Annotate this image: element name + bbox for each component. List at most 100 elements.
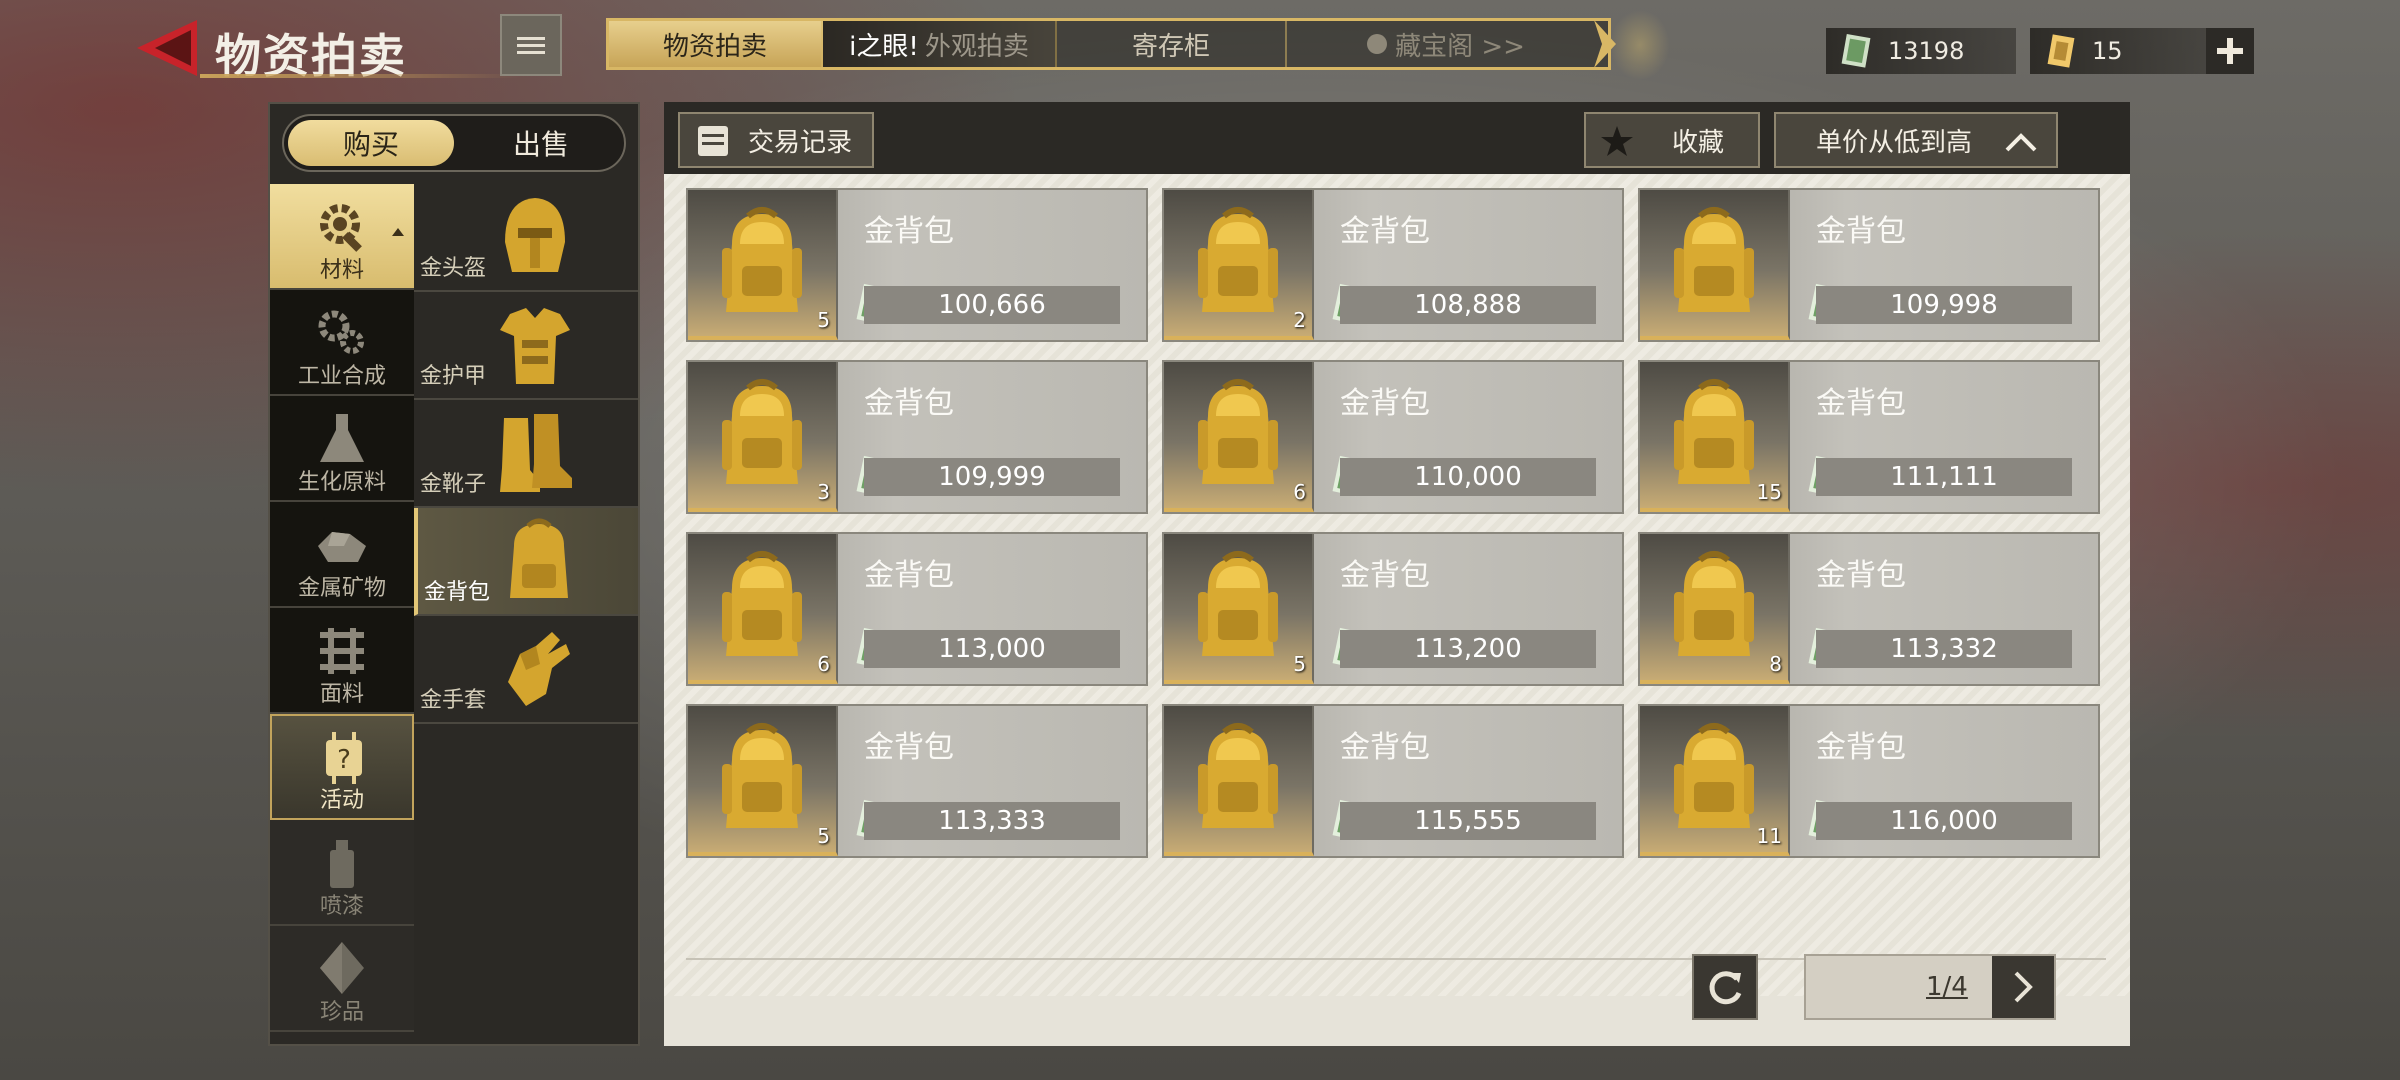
add-currency-button[interactable] xyxy=(2206,28,2254,74)
category-metal-ore[interactable]: 金属矿物 xyxy=(270,502,414,608)
listing-card[interactable]: 6 金背包 113,000 xyxy=(686,532,1148,686)
ticket-counter: 15 xyxy=(2030,28,2210,74)
item-gold-backpack[interactable]: 金背包 xyxy=(414,508,638,616)
gold-backpack-icon xyxy=(722,551,802,656)
quantity-badge: 8 xyxy=(1769,652,1782,676)
expand-caret-icon xyxy=(392,228,404,236)
listing-card[interactable]: 金背包 109,998 xyxy=(1638,188,2100,342)
hamburger-icon xyxy=(517,33,545,58)
gold-backpack-icon xyxy=(722,723,802,828)
category-list: 材料 工业合成 生化原料 金属矿物 面料 ? 活动 喷漆 珍品 xyxy=(270,184,414,1032)
chevron-right-icon xyxy=(2014,971,2033,1003)
item-thumbnail: 8 xyxy=(1640,534,1790,684)
listing-card[interactable]: 8 金背包 113,332 xyxy=(1638,532,2100,686)
item-name: 金背包 xyxy=(1340,214,1430,249)
item-thumbnail: 6 xyxy=(688,534,838,684)
category-spray[interactable]: 喷漆 xyxy=(270,820,414,926)
favorites-button[interactable]: 收藏 xyxy=(1584,112,1760,168)
gold-gloves-icon xyxy=(508,632,570,706)
item-price: 108,888 xyxy=(1340,286,1596,324)
listing-card[interactable]: 2 金背包 108,888 xyxy=(1162,188,1624,342)
category-biochem[interactable]: 生化原料 xyxy=(270,396,414,502)
quantity-badge: 6 xyxy=(817,652,830,676)
listing-card[interactable]: 6 金背包 110,000 xyxy=(1162,360,1624,514)
cash-counter: 13198 xyxy=(1826,28,2016,74)
listing-card[interactable]: 金背包 115,555 xyxy=(1162,704,1624,858)
item-price: 113,200 xyxy=(1340,630,1596,668)
gold-backpack-icon xyxy=(1674,723,1754,828)
item-gold-armor[interactable]: 金护甲 xyxy=(414,292,638,400)
gears-icon xyxy=(318,310,364,354)
category-event[interactable]: ? 活动 xyxy=(270,714,414,820)
ticket-icon xyxy=(2047,34,2075,68)
listing-card[interactable]: 5 金背包 113,200 xyxy=(1162,532,1624,686)
gear-wrench-icon xyxy=(320,204,362,252)
item-thumbnail: 15 xyxy=(1640,362,1790,512)
category-industrial[interactable]: 工业合成 xyxy=(270,290,414,396)
item-thumbnail: 2 xyxy=(1164,190,1314,340)
tab-glow xyxy=(1610,10,1670,80)
item-price: 109,999 xyxy=(864,458,1120,496)
tab-supply-auction[interactable]: 物资拍卖 xyxy=(609,21,823,67)
svg-text:?: ? xyxy=(337,745,351,775)
top-tabs: 物资拍卖 i之眼! 外观拍卖 寄存柜 藏宝阁 >> xyxy=(606,18,1611,70)
quantity-badge: 15 xyxy=(1756,480,1782,504)
refresh-button[interactable] xyxy=(1692,954,1758,1020)
listing-card[interactable]: 15 金背包 111,111 xyxy=(1638,360,2100,514)
category-rare[interactable]: 珍品 xyxy=(270,926,414,1032)
item-gold-helmet[interactable]: 金头盔 xyxy=(414,184,638,292)
category-materials[interactable]: 材料 xyxy=(270,184,414,290)
item-price: 113,000 xyxy=(864,630,1120,668)
gold-boots-icon xyxy=(500,414,572,492)
quantity-badge: 5 xyxy=(817,308,830,332)
title-underline xyxy=(200,74,520,78)
pot-icon xyxy=(1367,34,1388,54)
back-arrow-icon xyxy=(137,20,197,76)
gold-backpack-icon xyxy=(1198,207,1278,312)
item-price: 116,000 xyxy=(1816,802,2072,840)
tab-appearance-auction[interactable]: i之眼! 外观拍卖 xyxy=(823,21,1057,67)
buy-tab[interactable]: 购买 xyxy=(288,120,454,166)
item-thumbnail xyxy=(1640,190,1790,340)
buy-sell-toggle: 购买 出售 xyxy=(282,114,626,172)
gem-icon xyxy=(320,942,364,994)
spray-can-icon xyxy=(330,840,354,888)
gold-backpack-icon xyxy=(1198,379,1278,484)
flask-icon xyxy=(320,414,364,462)
quantity-badge: 6 xyxy=(1293,480,1306,504)
chevron-up-icon xyxy=(2005,133,2037,152)
gold-backpack-icon xyxy=(1674,379,1754,484)
page-indicator: 1/4 xyxy=(1926,972,1968,1002)
category-fabric[interactable]: 面料 xyxy=(270,608,414,714)
item-gold-gloves[interactable]: 金手套 xyxy=(414,616,638,724)
item-name: 金背包 xyxy=(1816,386,1906,421)
back-button[interactable] xyxy=(135,18,205,78)
listing-card[interactable]: 11 金背包 116,000 xyxy=(1638,704,2100,858)
item-name: 金背包 xyxy=(864,214,954,249)
promo-text: i之眼! xyxy=(849,31,919,62)
ledger-icon xyxy=(698,126,728,156)
listing-card[interactable]: 3 金背包 109,999 xyxy=(686,360,1148,514)
gold-backpack-icon xyxy=(1198,551,1278,656)
gold-backpack-icon xyxy=(510,518,568,598)
tab-storage[interactable]: 寄存柜 xyxy=(1057,21,1287,67)
item-name: 金背包 xyxy=(1340,730,1430,765)
trade-history-button[interactable]: 交易记录 xyxy=(678,112,874,168)
sell-tab[interactable]: 出售 xyxy=(458,116,624,170)
listing-header: 交易记录 收藏 单价从低到高 xyxy=(664,102,2130,174)
item-gold-boots[interactable]: 金靴子 xyxy=(414,400,638,508)
next-page-button[interactable] xyxy=(1992,956,2054,1018)
item-price: 109,998 xyxy=(1816,286,2072,324)
listing-card[interactable]: 5 金背包 100,666 xyxy=(686,188,1148,342)
menu-button[interactable] xyxy=(500,14,562,76)
tab-treasure-pavilion[interactable]: 藏宝阁 >> xyxy=(1287,21,1605,67)
listing-grid: 5 金背包 100,666 2 金背包 108,888 金背包 109,998 3 金背包 109,… xyxy=(664,174,2130,996)
plus-icon xyxy=(2217,38,2243,64)
sort-price-button[interactable]: 单价从低到高 xyxy=(1774,112,2058,168)
fabric-icon xyxy=(320,628,364,674)
listing-card[interactable]: 5 金背包 113,333 xyxy=(686,704,1148,858)
quantity-badge: 11 xyxy=(1756,824,1782,848)
star-icon xyxy=(1601,126,1633,156)
item-thumbnail: 5 xyxy=(688,706,838,856)
quantity-badge: 5 xyxy=(1293,652,1306,676)
